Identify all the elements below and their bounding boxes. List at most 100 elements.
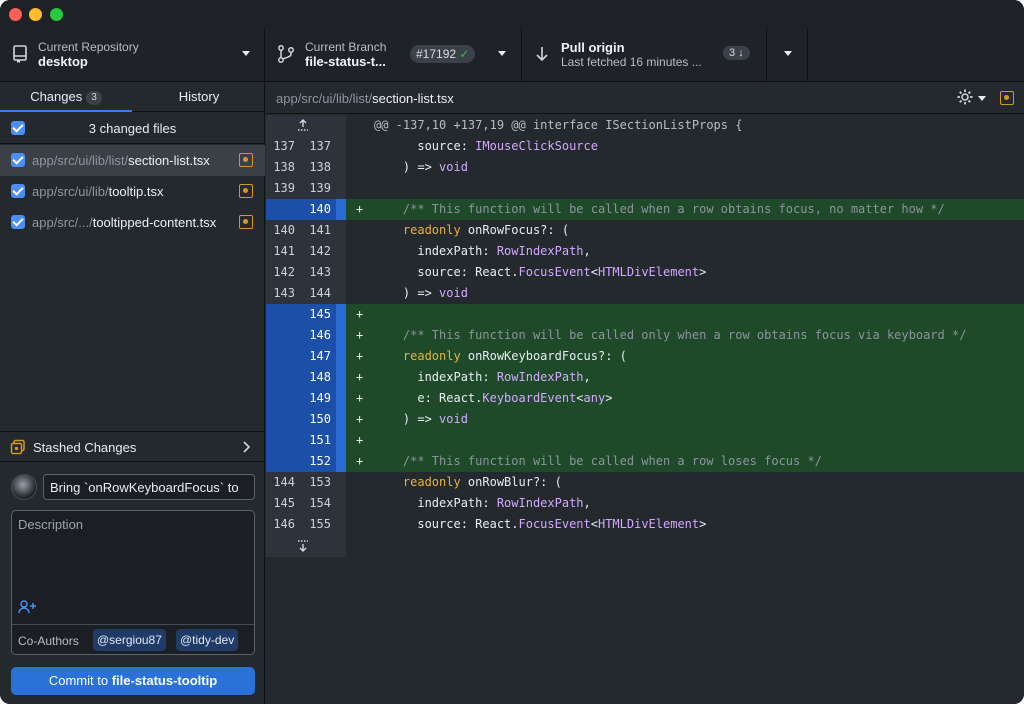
stashed-changes-button[interactable]: Stashed Changes [0,431,265,462]
changed-file-row[interactable]: app/src/ui/lib/list/section-list.tsx [0,145,265,176]
new-line-number[interactable]: 147 [302,346,336,367]
new-line-number[interactable]: 150 [302,409,336,430]
line-selection-handle[interactable] [336,388,346,409]
line-selection-handle[interactable] [336,304,346,325]
diff-line-context[interactable]: 143 144 ) => void [266,283,1024,304]
old-line-number[interactable] [266,409,300,430]
current-repository-button[interactable]: Current Repository desktop [0,28,265,81]
new-line-number[interactable]: 146 [302,325,336,346]
line-selection-handle[interactable] [336,451,346,472]
line-selection-handle[interactable] [336,136,346,157]
line-selection-handle[interactable] [336,283,346,304]
line-selection-handle[interactable] [336,178,346,199]
line-selection-handle[interactable] [336,199,346,220]
new-line-number[interactable]: 140 [302,199,336,220]
new-line-number[interactable]: 149 [302,388,336,409]
current-branch-button[interactable]: Current Branch file-status-t... #17192 ✓ [266,28,522,81]
expand-down-button[interactable] [266,535,346,557]
diff-line-added[interactable]: 150 + ) => void [266,409,1024,430]
new-line-number[interactable]: 139 [302,178,336,199]
diff-line-added[interactable]: 147 + readonly onRowKeyboardFocus?: ( [266,346,1024,367]
diff-line-added[interactable]: 149 + e: React.KeyboardEvent<any> [266,388,1024,409]
new-line-number[interactable]: 145 [302,304,336,325]
new-line-number[interactable]: 141 [302,220,336,241]
commit-description-field[interactable]: Description Co-Authors @sergiou87 @tidy-… [11,510,255,655]
line-selection-handle[interactable] [336,409,346,430]
coauthor-tag[interactable]: @tidy-dev [176,629,239,651]
old-line-number[interactable] [266,430,300,451]
old-line-number[interactable]: 138 [266,157,300,178]
diff-line-added[interactable]: 151 + [266,430,1024,451]
old-line-number[interactable]: 144 [266,472,300,493]
new-line-number[interactable]: 144 [302,283,336,304]
add-coauthor-icon[interactable] [18,599,38,615]
file-checkbox[interactable] [11,215,25,229]
new-line-number[interactable]: 155 [302,514,336,535]
changed-file-row[interactable]: app/src/.../tooltipped-content.tsx [0,207,265,238]
coauthor-tag[interactable]: @sergiou87 [93,629,166,651]
old-line-number[interactable]: 143 [266,283,300,304]
line-selection-handle[interactable] [336,262,346,283]
old-line-number[interactable]: 142 [266,262,300,283]
line-selection-handle[interactable] [336,346,346,367]
old-line-number[interactable] [266,367,300,388]
old-line-number[interactable] [266,199,300,220]
tab-history[interactable]: History [133,82,265,112]
old-line-number[interactable]: 140 [266,220,300,241]
old-line-number[interactable]: 139 [266,178,300,199]
pull-options-button[interactable] [768,28,808,81]
close-window-button[interactable] [9,8,22,21]
diff-line-context[interactable]: 146 155 source: React.FocusEvent<HTMLDivE… [266,514,1024,535]
diff-line-context[interactable]: 145 154 indexPath: RowIndexPath, [266,493,1024,514]
commit-button[interactable]: Commit to file-status-tooltip [11,667,255,695]
old-line-number[interactable] [266,451,300,472]
diff-line-added[interactable]: 146 + /** This function will be called on… [266,325,1024,346]
line-selection-handle[interactable] [336,472,346,493]
line-selection-handle[interactable] [336,493,346,514]
gear-icon[interactable] [956,88,974,106]
line-selection-handle[interactable] [336,220,346,241]
line-selection-handle[interactable] [336,514,346,535]
new-line-number[interactable]: 138 [302,157,336,178]
new-line-number[interactable]: 151 [302,430,336,451]
new-line-number[interactable]: 137 [302,136,336,157]
expand-up-button[interactable] [266,115,346,136]
file-checkbox[interactable] [11,153,25,167]
diff-line-context[interactable]: 138 138 ) => void [266,157,1024,178]
line-selection-handle[interactable] [336,367,346,388]
new-line-number[interactable]: 148 [302,367,336,388]
pull-request-badge[interactable]: #17192 ✓ [410,45,476,63]
old-line-number[interactable]: 137 [266,136,300,157]
diff-line-added[interactable]: 148 + indexPath: RowIndexPath, [266,367,1024,388]
diff-line-context[interactable]: 140 141 readonly onRowFocus?: ( [266,220,1024,241]
diff-line-added[interactable]: 145 + [266,304,1024,325]
diff-line-context[interactable]: 144 153 readonly onRowBlur?: ( [266,472,1024,493]
diff-line-context[interactable]: 139 139 [266,178,1024,199]
line-selection-handle[interactable] [336,325,346,346]
old-line-number[interactable] [266,388,300,409]
new-line-number[interactable]: 143 [302,262,336,283]
diff-line-added[interactable]: 152 + /** This function will be called wh… [266,451,1024,472]
new-line-number[interactable]: 142 [302,241,336,262]
tab-changes[interactable]: Changes 3 [0,82,132,112]
file-checkbox[interactable] [11,184,25,198]
old-line-number[interactable] [266,304,300,325]
new-line-number[interactable]: 153 [302,472,336,493]
line-selection-handle[interactable] [336,157,346,178]
old-line-number[interactable]: 146 [266,514,300,535]
zoom-window-button[interactable] [50,8,63,21]
line-selection-handle[interactable] [336,430,346,451]
new-line-number[interactable]: 152 [302,451,336,472]
old-line-number[interactable]: 145 [266,493,300,514]
diff-line-context[interactable]: 142 143 source: React.FocusEvent<HTMLDivE… [266,262,1024,283]
pull-origin-button[interactable]: Pull origin Last fetched 16 minutes ... … [523,28,767,81]
minimize-window-button[interactable] [29,8,42,21]
old-line-number[interactable] [266,325,300,346]
commit-summary-input[interactable]: Bring `onRowKeyboardFocus` to [43,474,255,500]
diff-line-context[interactable]: 141 142 indexPath: RowIndexPath, [266,241,1024,262]
new-line-number[interactable]: 154 [302,493,336,514]
old-line-number[interactable] [266,346,300,367]
diff-line-added[interactable]: 140 + /** This function will be called wh… [266,199,1024,220]
diff-line-context[interactable]: 137 137 source: IMouseClickSource [266,136,1024,157]
line-selection-handle[interactable] [336,241,346,262]
